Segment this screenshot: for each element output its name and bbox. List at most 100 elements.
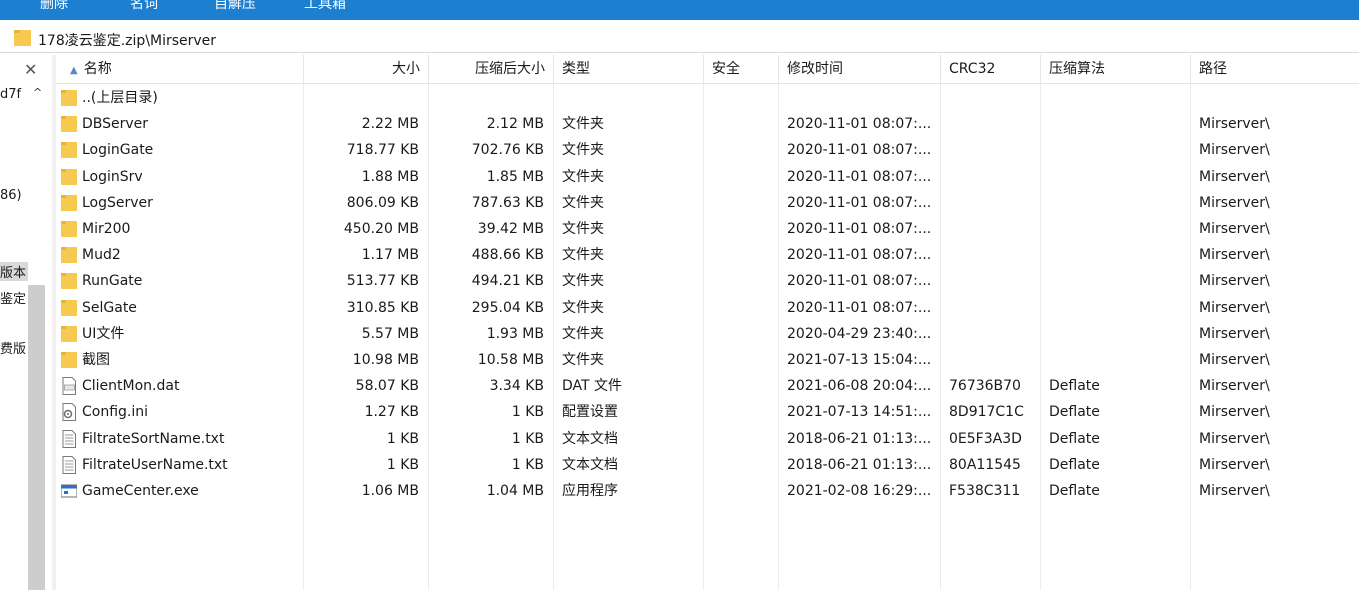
file-crc32 — [949, 268, 1039, 294]
file-modified: 2021-07-13 14:51:... — [787, 404, 932, 421]
file-packed-size: 1.85 MB — [486, 168, 544, 185]
file-modified: 2021-02-08 16:29:... — [787, 483, 932, 499]
file-type: 文件夹 — [562, 247, 604, 264]
column-path[interactable]: 路径 — [1191, 55, 1359, 84]
tree-item[interactable]: 鉴定 — [0, 288, 26, 307]
file-size: 2.22 MB — [361, 116, 419, 133]
file-type: 文件夹 — [562, 221, 604, 237]
table-row[interactable]: LogServer 806.09 KB 787.63 KB 文件夹 2020-11-01… — [56, 190, 1359, 216]
tree-item[interactable]: d7f — [0, 87, 21, 102]
file-type: 应用程序 — [562, 483, 618, 499]
file-method — [1049, 137, 1189, 163]
table-row[interactable]: RunGate 513.77 KB 494.21 KB 文件夹 2020-11-01 0… — [56, 268, 1359, 294]
column-crc32[interactable]: CRC32 — [941, 55, 1041, 84]
folder-tree[interactable]: ✕ d7f ^ 86) 版本 鉴定 费版 — [0, 55, 52, 590]
file-size: 718.77 KB — [346, 142, 419, 159]
file-name: UI文件 — [82, 325, 125, 342]
file-type: 配置设置 — [562, 404, 618, 421]
column-header-row: ▲ 名称 大小 压缩后大小 类型 安全 修改时间 CRC32 压缩算法 路径 — [56, 55, 1359, 84]
tree-item[interactable]: 费版 — [0, 338, 26, 357]
file-size: 58.07 KB — [355, 378, 419, 395]
file-crc32 — [949, 111, 1039, 137]
column-type[interactable]: 类型 — [554, 55, 704, 84]
file-type: 文本文档 — [562, 456, 618, 473]
file-path: Mirserver\ — [1199, 352, 1270, 368]
file-name: Mir200 — [82, 221, 131, 237]
file-method — [1049, 190, 1189, 216]
table-row[interactable]: GameCenter.exe 1.06 MB 1.04 MB 应用程序 2021-02-… — [56, 478, 1359, 504]
column-packed-size[interactable]: 压缩后大小 — [429, 55, 554, 84]
table-row[interactable]: LoginSrv 1.88 MB 1.85 MB 文件夹 2020-11-01 08:0… — [56, 164, 1359, 190]
file-list[interactable]: ▲ 名称 大小 压缩后大小 类型 安全 修改时间 CRC32 压缩算法 路径 ..… — [56, 55, 1359, 590]
file-modified: 2020-11-01 08:07:... — [787, 194, 932, 211]
file-crc32 — [949, 85, 1039, 111]
file-name: GameCenter.exe — [82, 483, 199, 499]
folder-icon — [61, 352, 77, 368]
file-packed-size: 2.12 MB — [486, 116, 544, 133]
toolbar-info-button[interactable]: 名词 — [130, 0, 158, 13]
file-type — [562, 85, 702, 111]
file-modified: 2020-11-01 08:07:... — [787, 116, 932, 133]
file-crc32: 8D917C1C — [949, 404, 1024, 421]
table-row[interactable]: LoginGate 718.77 KB 702.76 KB 文件夹 2020-11-01… — [56, 137, 1359, 163]
toolbar-sfx-button[interactable]: 自解压 — [214, 0, 256, 13]
file-path: Mirserver\ — [1199, 325, 1270, 342]
column-name[interactable]: ▲ 名称 — [56, 55, 304, 84]
tree-item[interactable]: 86) — [0, 188, 22, 203]
file-crc32: 76736B70 — [949, 378, 1021, 395]
file-path: Mirserver\ — [1199, 430, 1270, 447]
scroll-up-icon[interactable]: ^ — [33, 86, 42, 99]
table-row[interactable]: Mud2 1.17 MB 488.66 KB 文件夹 2020-11-01 08:07:… — [56, 242, 1359, 268]
table-row[interactable]: ..(上层目录) — [56, 85, 1359, 111]
table-row[interactable]: FiltrateSortName.txt 1 KB 1 KB 文本文档 2018-06-… — [56, 426, 1359, 452]
file-method — [1049, 85, 1189, 111]
table-row[interactable]: UI文件 5.57 MB 1.93 MB 文件夹 2020-04-29 23:40:..… — [56, 321, 1359, 347]
file-name: 截图 — [82, 352, 110, 368]
table-row[interactable]: 截图 10.98 MB 10.58 MB 文件夹 2021-07-13 15:04:..… — [56, 347, 1359, 373]
file-name: ClientMon.dat — [82, 378, 180, 395]
file-packed-size: 1 KB — [511, 456, 544, 473]
file-size: 10.98 MB — [352, 352, 419, 368]
file-method — [1049, 295, 1189, 321]
text-file-icon — [62, 455, 76, 474]
column-method[interactable]: 压缩算法 — [1041, 55, 1191, 84]
folder-icon — [61, 221, 77, 237]
file-path: Mirserver\ — [1199, 483, 1270, 499]
tree-item-selected[interactable]: 版本 — [0, 262, 28, 281]
column-size[interactable]: 大小 — [304, 55, 429, 84]
file-path: Mirserver\ — [1199, 168, 1270, 185]
table-row[interactable]: Config.ini 1.27 KB 1 KB 配置设置 2021-07-13 14:5… — [56, 399, 1359, 425]
file-method — [1049, 268, 1189, 294]
file-packed-size: 295.04 KB — [471, 299, 544, 316]
file-type: 文件夹 — [562, 299, 604, 316]
scrollbar-track[interactable] — [28, 285, 45, 590]
column-modified[interactable]: 修改时间 — [779, 55, 941, 84]
file-crc32 — [949, 321, 1039, 347]
file-packed-size: 1.93 MB — [486, 325, 544, 342]
file-modified: 2020-11-01 08:07:... — [787, 273, 932, 290]
address-bar[interactable]: 178凌云鉴定.zip\Mirserver — [0, 24, 1359, 53]
folder-icon — [61, 325, 77, 342]
file-packed-size: 1 KB — [511, 404, 544, 421]
toolbar-tools-button[interactable]: 工具箱 — [304, 0, 346, 13]
file-crc32 — [949, 295, 1039, 321]
table-row[interactable]: FiltrateUserName.txt 1 KB 1 KB 文本文档 2018-06-… — [56, 452, 1359, 478]
column-security[interactable]: 安全 — [704, 55, 779, 84]
table-row[interactable]: ClientMon.dat 58.07 KB 3.34 KB DAT 文件 2021-0… — [56, 373, 1359, 399]
file-method — [1049, 242, 1189, 268]
file-packed-size: 787.63 KB — [471, 194, 544, 211]
file-modified: 2020-11-01 08:07:... — [787, 299, 932, 316]
file-name: RunGate — [82, 273, 143, 290]
file-name: LoginSrv — [82, 168, 143, 185]
table-row[interactable]: DBServer 2.22 MB 2.12 MB 文件夹 2020-11-01 08:0… — [56, 111, 1359, 137]
file-name: FiltrateSortName.txt — [82, 430, 225, 447]
table-row[interactable]: Mir200 450.20 MB 39.42 MB 文件夹 2020-11-01 08:… — [56, 216, 1359, 242]
table-row[interactable]: SelGate 310.85 KB 295.04 KB 文件夹 2020-11-01 0… — [56, 295, 1359, 321]
file-name: FiltrateUserName.txt — [82, 456, 228, 473]
file-packed-size: 39.42 MB — [477, 221, 544, 237]
file-path: Mirserver\ — [1199, 378, 1270, 395]
close-icon[interactable]: ✕ — [24, 60, 37, 79]
toolbar-delete-button[interactable]: 删除 — [40, 0, 68, 13]
dat-file-icon — [62, 377, 76, 396]
file-method — [1049, 164, 1189, 190]
